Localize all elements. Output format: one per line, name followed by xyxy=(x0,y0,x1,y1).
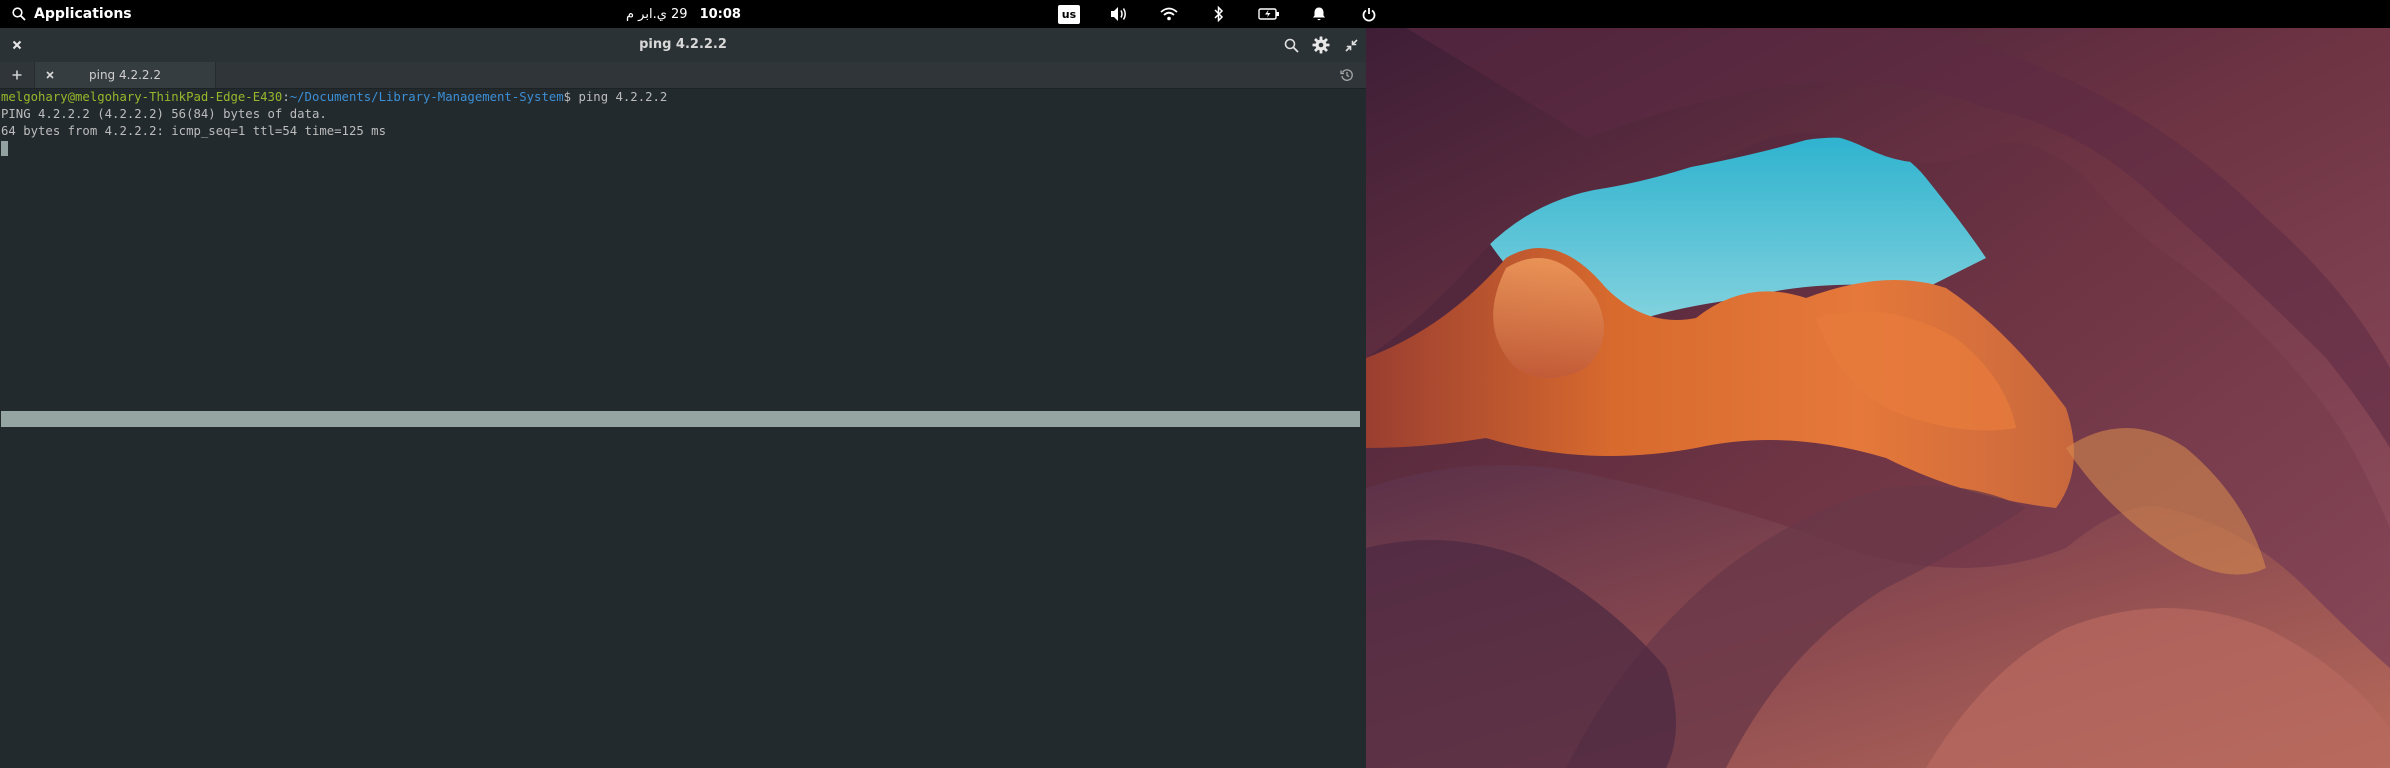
date-text: 29 ي.ابر م xyxy=(626,6,688,22)
prompt-line: melgohary@melgohary-ThinkPad-Edge-E430:~… xyxy=(0,89,1366,106)
network-indicator[interactable] xyxy=(1144,0,1194,28)
output-line: PING 4.2.2.2 (4.2.2.2) 56(84) bytes of d… xyxy=(1,107,327,121)
datetime-indicator[interactable]: 29 ي.ابر م 10:08 xyxy=(626,0,741,28)
selection-highlight-bar xyxy=(1,411,1360,427)
bluetooth-indicator[interactable] xyxy=(1194,0,1244,28)
sound-indicator[interactable] xyxy=(1094,0,1144,28)
new-tab-button[interactable] xyxy=(4,62,30,88)
prompt-user: melgohary@melgohary-ThinkPad-Edge-E430 xyxy=(1,90,283,104)
power-indicator[interactable] xyxy=(1244,0,1294,28)
close-icon xyxy=(46,71,54,79)
tab-bar: ping 4.2.2.2 xyxy=(0,62,1366,89)
search-icon xyxy=(12,7,26,21)
prompt-dollar: $ xyxy=(563,90,572,104)
time-text: 10:08 xyxy=(699,6,741,22)
applications-label: Applications xyxy=(34,6,132,22)
applications-menu-button[interactable]: Applications xyxy=(12,0,132,28)
volume-icon xyxy=(1110,6,1128,22)
window-title: ping 4.2.2.2 xyxy=(639,37,727,52)
tab-ping[interactable]: ping 4.2.2.2 xyxy=(34,62,216,88)
history-icon xyxy=(1340,68,1354,82)
terminal-window: ping 4.2.2.2 ping 4.2.2.2 melgohary@melg… xyxy=(0,28,1366,768)
gear-icon xyxy=(1312,36,1330,54)
desktop-wallpaper xyxy=(1366,28,2390,768)
tab-history-button[interactable] xyxy=(1334,62,1360,88)
settings-button[interactable] xyxy=(1306,28,1336,62)
keyboard-layout-badge: us xyxy=(1058,4,1080,24)
bell-icon xyxy=(1312,6,1326,22)
prompt-path: ~/Documents/Library-Management-System xyxy=(289,90,564,104)
window-titlebar[interactable]: ping 4.2.2.2 xyxy=(0,28,1366,62)
tab-close-button[interactable] xyxy=(39,64,61,86)
output-line: 64 bytes from 4.2.2.2: icmp_seq=1 ttl=54… xyxy=(1,124,386,138)
unmaximize-button[interactable] xyxy=(1336,28,1366,62)
plus-icon xyxy=(12,70,22,80)
cursor-line xyxy=(0,140,1366,157)
keyboard-layout-indicator[interactable]: us xyxy=(1044,0,1094,28)
text-cursor xyxy=(1,141,8,156)
top-panel: Applications 29 ي.ابر م 10:08 us xyxy=(0,0,2390,28)
find-button[interactable] xyxy=(1276,28,1306,62)
search-icon xyxy=(1284,38,1299,53)
bluetooth-icon xyxy=(1214,6,1224,22)
canyon-wallpaper-image xyxy=(1366,28,2390,768)
power-icon xyxy=(1362,7,1376,22)
battery-charging-icon xyxy=(1258,8,1280,20)
tab-label: ping 4.2.2.2 xyxy=(89,68,161,82)
wifi-icon xyxy=(1160,7,1178,21)
command-text: ping 4.2.2.2 xyxy=(571,90,668,104)
terminal-output[interactable]: melgohary@melgohary-ThinkPad-Edge-E430:~… xyxy=(0,89,1366,768)
restore-arrows-icon xyxy=(1344,38,1358,52)
session-indicator[interactable] xyxy=(1344,0,1394,28)
notifications-indicator[interactable] xyxy=(1294,0,1344,28)
system-indicators: us xyxy=(1044,0,1394,28)
prompt-separator: : xyxy=(282,90,290,104)
